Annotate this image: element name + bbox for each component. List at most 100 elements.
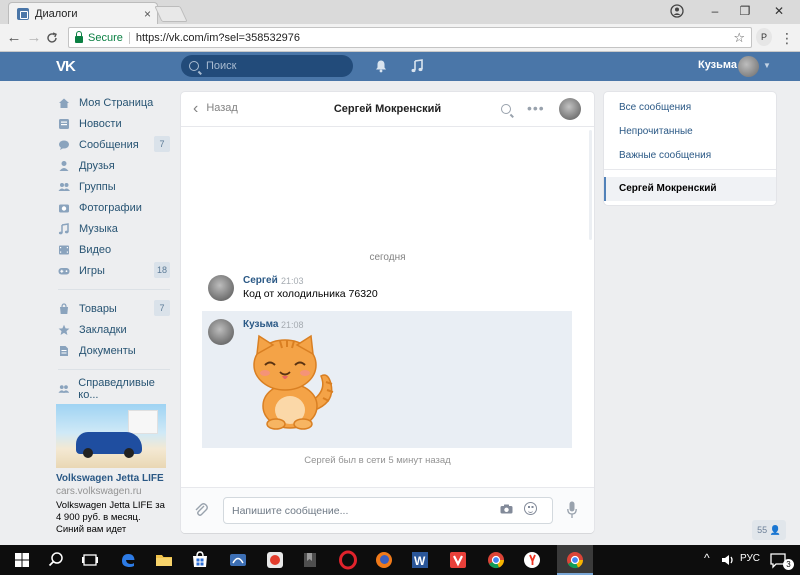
menu-item-news[interactable]: Новости <box>56 113 172 134</box>
video-icon <box>59 245 69 254</box>
file-explorer-icon[interactable] <box>154 550 174 570</box>
menu-item-documents[interactable]: Документы <box>56 340 172 361</box>
person-icon: 👤 <box>769 525 781 535</box>
microphone-icon[interactable] <box>567 501 577 519</box>
chrome-active-icon[interactable] <box>565 550 585 570</box>
search-placeholder: Поиск <box>206 60 237 72</box>
attach-paperclip-icon[interactable] <box>193 502 209 518</box>
notifications-bell-icon[interactable] <box>374 59 388 73</box>
ad-block[interactable]: Volkswagen Jetta LIFE cars.volkswagen.ru… <box>56 404 168 536</box>
filter-all-messages[interactable]: Все сообщения <box>619 102 691 113</box>
back-nav-button[interactable]: ← <box>4 28 24 48</box>
chevron-down-icon[interactable]: ▼ <box>763 61 771 70</box>
url-bar[interactable]: Secure https://vk.com/im?sel=358532976 ☆ <box>68 27 752 48</box>
message-time[interactable]: 21:03 <box>281 276 304 286</box>
community-icon <box>58 384 70 393</box>
message-avatar[interactable] <box>208 319 234 345</box>
address-toolbar: ← → Secure https://vk.com/im?sel=3585329… <box>0 24 800 52</box>
header-user-name[interactable]: Кузьма <box>698 59 737 71</box>
window-close-button[interactable]: ✕ <box>764 0 794 22</box>
windows-start-icon[interactable] <box>12 550 32 570</box>
message-avatar[interactable] <box>208 275 234 301</box>
panel-divider <box>604 169 776 170</box>
yandex-browser-icon[interactable] <box>522 550 542 570</box>
media-player-icon[interactable] <box>228 550 248 570</box>
vk-logo[interactable]: VK <box>56 58 84 76</box>
extension-icon[interactable]: P <box>756 28 772 46</box>
menu-item-music[interactable]: Музыка <box>56 218 172 239</box>
menu-item-label: Друзья <box>79 159 115 172</box>
header-search-input[interactable]: Поиск <box>181 55 353 77</box>
chrome-browser-icon[interactable] <box>486 550 506 570</box>
app-red-icon[interactable] <box>265 550 285 570</box>
message-time[interactable]: 21:08 <box>281 320 304 330</box>
ad-title[interactable]: Volkswagen Jetta LIFE <box>56 473 168 484</box>
menu-item-bookmarks[interactable]: Закладки <box>56 319 172 340</box>
menu-item-my-page[interactable]: Моя Страница <box>56 92 172 113</box>
url-separator <box>128 31 130 44</box>
emoji-smile-icon[interactable] <box>524 502 537 515</box>
menu-item-groups[interactable]: Группы <box>56 176 172 197</box>
menu-item-games[interactable]: Игры 18 <box>56 260 172 281</box>
tray-chevron-up-icon[interactable]: ^ <box>704 551 710 565</box>
menu-item-label: Группы <box>79 180 116 193</box>
contact-avatar[interactable] <box>559 98 581 120</box>
menu-item-label: Товары <box>79 302 117 315</box>
browser-menu-icon[interactable]: ⋮ <box>780 28 794 48</box>
documents-icon <box>60 345 68 356</box>
new-tab-button[interactable] <box>154 6 188 22</box>
keyboard-language[interactable]: РУС <box>740 553 760 564</box>
search-icon[interactable] <box>501 104 511 114</box>
menu-item-friends[interactable]: Друзья <box>56 155 172 176</box>
home-icon <box>59 98 69 108</box>
music-note-icon[interactable] <box>410 59 424 73</box>
reload-icon[interactable] <box>46 32 58 44</box>
active-dialog-item[interactable]: Сергей Мокренский <box>604 177 776 201</box>
filter-unread[interactable]: Непрочитанные <box>619 126 693 137</box>
online-count: 55 <box>757 525 768 535</box>
online-friends-badge[interactable]: 55 👤 <box>752 520 786 540</box>
window-maximize-button[interactable]: ❐ <box>730 0 760 22</box>
menu-item-messages[interactable]: Сообщения 7 <box>56 134 172 155</box>
menu-item-label: Музыка <box>79 222 118 235</box>
menu-item-label: Документы <box>79 344 136 357</box>
ad-image-house <box>128 410 158 434</box>
menu-item-photos[interactable]: Фотографии <box>56 197 172 218</box>
volume-speaker-icon[interactable] <box>718 550 738 570</box>
message-author[interactable]: Кузьма <box>243 319 278 330</box>
date-separator: сегодня <box>369 252 406 263</box>
message-author[interactable]: Сергей <box>243 275 278 286</box>
menu-item-video[interactable]: Видео <box>56 239 172 260</box>
tab-close-icon[interactable]: × <box>144 7 151 21</box>
firefox-browser-icon[interactable] <box>374 550 394 570</box>
filter-important[interactable]: Важные сообщения <box>619 150 711 161</box>
menu-item-goods[interactable]: Товары 7 <box>56 298 172 319</box>
ad-image[interactable] <box>56 404 166 468</box>
groups-icon <box>58 182 70 191</box>
profile-icon[interactable] <box>670 4 684 18</box>
opera-browser-icon[interactable] <box>338 550 358 570</box>
more-icon[interactable]: ••• <box>527 100 545 116</box>
bookmark-app-icon[interactable] <box>300 550 320 570</box>
photos-icon <box>59 204 69 212</box>
message-input-placeholder: Напишите сообщение... <box>232 504 349 517</box>
edge-browser-icon[interactable] <box>118 550 138 570</box>
bookmark-star-icon[interactable]: ☆ <box>733 30 745 46</box>
header-avatar[interactable] <box>738 56 759 77</box>
store-icon[interactable] <box>190 550 210 570</box>
window-minimize-button[interactable]: – <box>700 0 730 22</box>
menu-divider <box>58 369 170 370</box>
menu-item-label: Игры <box>79 264 105 277</box>
browser-tab[interactable]: Диалоги × <box>8 2 158 24</box>
task-view-icon[interactable] <box>80 550 100 570</box>
forward-nav-button[interactable]: → <box>24 28 44 48</box>
taskbar-search-icon[interactable] <box>46 550 66 570</box>
games-count-badge: 18 <box>153 262 170 278</box>
menu-item-community[interactable]: Справедливые ко... <box>56 377 172 401</box>
chat-scrollbar[interactable] <box>589 130 592 240</box>
menu-item-label: Сообщения <box>79 138 139 151</box>
vivaldi-browser-icon[interactable] <box>448 550 468 570</box>
news-icon <box>59 118 69 129</box>
word-app-icon[interactable]: W <box>410 550 430 570</box>
camera-icon[interactable] <box>500 504 513 514</box>
